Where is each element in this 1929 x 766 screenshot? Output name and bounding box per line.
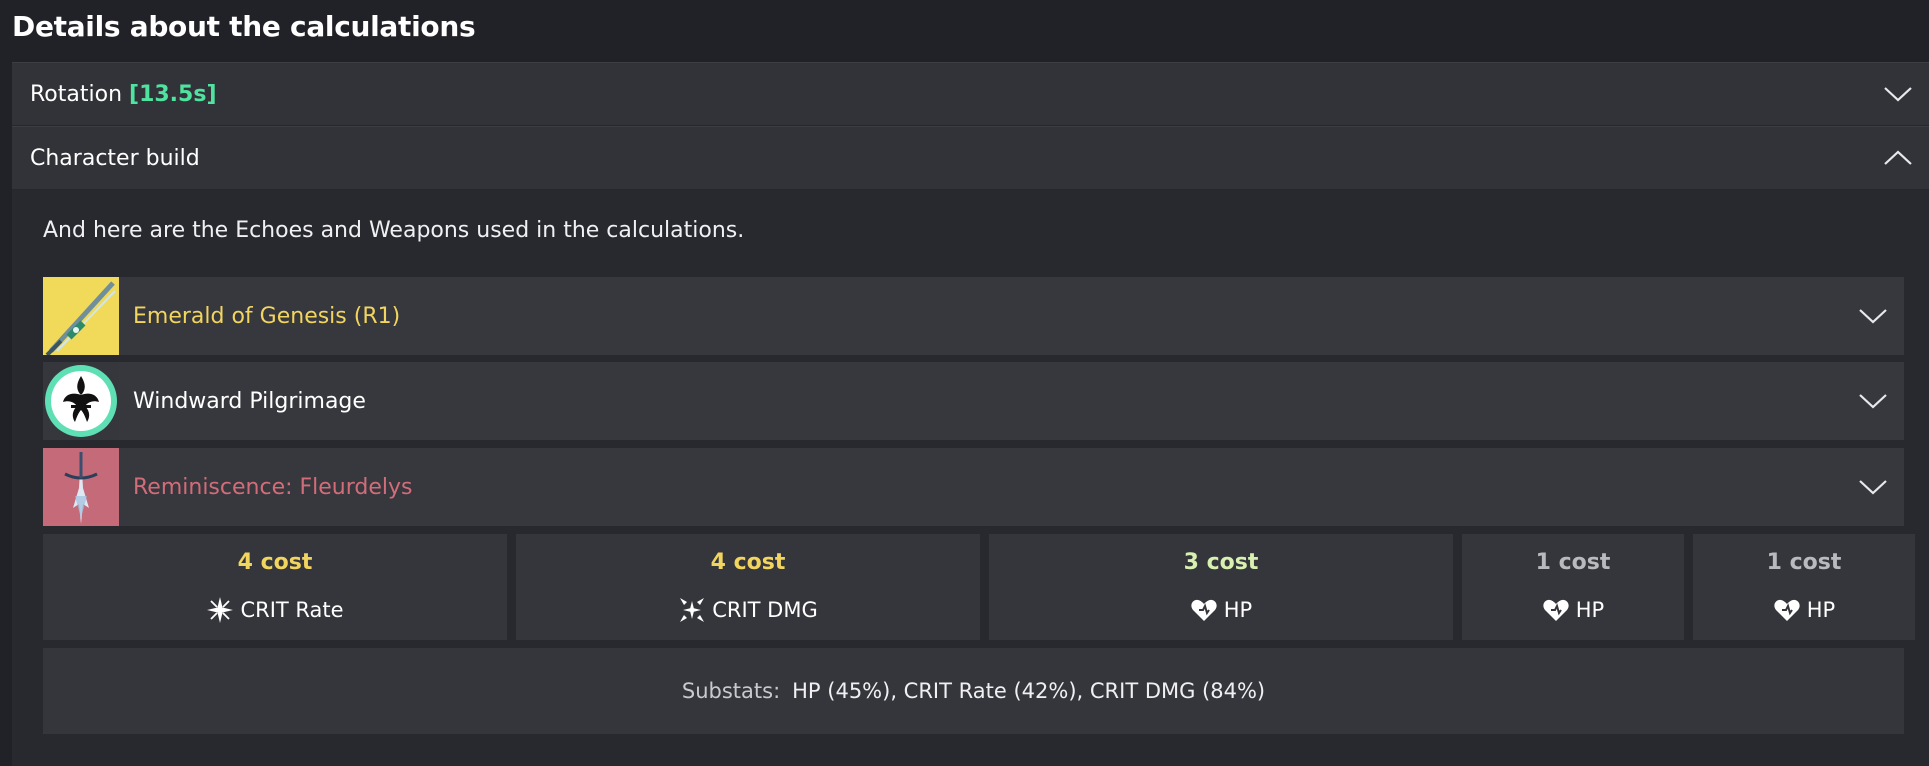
rotation-duration: [13.5s] — [129, 81, 217, 107]
rotation-accordion-header[interactable]: Rotation [13.5s] — [12, 62, 1929, 125]
character-build-accordion-header[interactable]: Character build — [12, 126, 1929, 189]
main-stat: HP — [1693, 596, 1915, 624]
echo-name: Reminiscence: Fleurdelys — [133, 474, 413, 500]
page-title: Details about the calculations — [12, 10, 476, 43]
substats-box: Substats: HP (45%), CRIT Rate (42%), CRI… — [43, 648, 1904, 734]
echo-set-name: Windward Pilgrimage — [133, 388, 366, 414]
chevron-down-icon[interactable] — [1858, 307, 1888, 325]
crit-dmg-icon — [678, 596, 706, 624]
substats-value: HP (45%), CRIT Rate (42%), CRIT DMG (84%… — [792, 679, 1266, 703]
cost-label: 4 cost — [237, 550, 313, 575]
hp-heart-icon — [1190, 596, 1218, 624]
hp-heart-icon — [1773, 596, 1801, 624]
echo-cost-card: 4 cost CRIT DMG — [516, 534, 980, 640]
echo-cost-card: 4 cost CRIT Rate — [43, 534, 507, 640]
intro-text: And here are the Echoes and Weapons used… — [43, 218, 745, 243]
main-stat-label: HP — [1806, 598, 1836, 622]
cost-label: 1 cost — [1766, 550, 1842, 575]
weapon-row[interactable]: Emerald of Genesis (R1) — [43, 277, 1904, 355]
echo-cost-card: 1 cost HP — [1693, 534, 1915, 640]
main-stat-label: HP — [1223, 598, 1253, 622]
echo-set-row[interactable]: Windward Pilgrimage — [43, 362, 1904, 440]
hp-heart-icon — [1542, 596, 1570, 624]
echo-creature-icon — [43, 448, 119, 526]
main-stat-label: HP — [1575, 598, 1605, 622]
echo-cost-card: 3 cost HP — [989, 534, 1453, 640]
main-stat-label: CRIT DMG — [712, 598, 818, 622]
chevron-up-icon[interactable] — [1883, 149, 1913, 167]
main-stat: CRIT DMG — [516, 596, 980, 624]
main-stat: CRIT Rate — [43, 596, 507, 624]
chevron-down-icon[interactable] — [1883, 85, 1913, 103]
chevron-down-icon[interactable] — [1858, 478, 1888, 496]
character-build-label: Character build — [30, 145, 200, 171]
main-stat: HP — [1462, 596, 1684, 624]
cost-label: 1 cost — [1535, 550, 1611, 575]
main-stat: HP — [989, 596, 1453, 624]
rotation-label: Rotation [13.5s] — [30, 81, 217, 107]
sword-weapon-icon — [43, 277, 119, 355]
weapon-name: Emerald of Genesis (R1) — [133, 303, 401, 329]
cost-label: 3 cost — [1183, 550, 1259, 575]
echo-cost-card: 1 cost HP — [1462, 534, 1684, 640]
echo-row[interactable]: Reminiscence: Fleurdelys — [43, 448, 1904, 526]
cost-label: 4 cost — [710, 550, 786, 575]
chevron-down-icon[interactable] — [1858, 392, 1888, 410]
echo-set-emblem-icon — [43, 362, 119, 440]
crit-rate-icon — [206, 596, 234, 624]
main-stat-label: CRIT Rate — [240, 598, 344, 622]
substats-label: Substats: — [681, 679, 781, 703]
